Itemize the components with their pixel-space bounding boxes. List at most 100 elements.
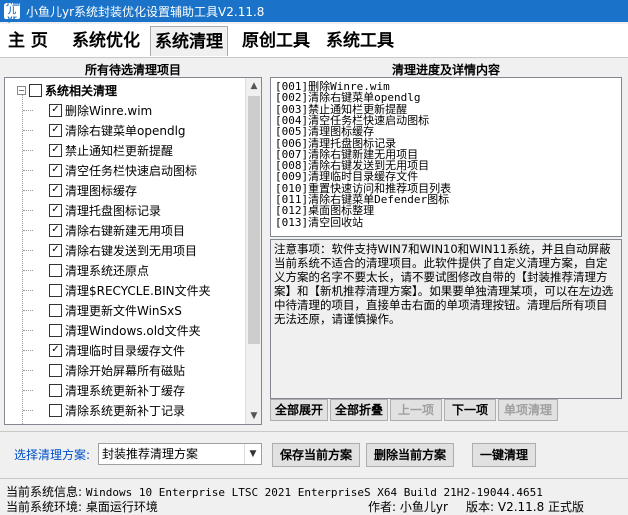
tree-scrollbar[interactable]: ▲ ▼ — [245, 78, 261, 424]
single-clean-button[interactable]: 单项清理 — [498, 399, 558, 421]
tree-item[interactable]: ✓ 清空任务栏快速启动图标 — [49, 160, 197, 180]
tree-item-label: 清理系统还原点 — [65, 263, 150, 278]
env-label: 当前系统环境: — [6, 500, 83, 514]
tree-item[interactable]: 清理Windows.old文件夹 — [49, 320, 201, 340]
tree-item[interactable]: 清理系统更新补丁缓存 — [49, 380, 185, 400]
list-item[interactable]: [009]清理临时目录缓存文件 — [275, 171, 418, 182]
tree-item-label: 清理$RECYCLE.BIN文件夹 — [65, 283, 211, 298]
right-panel-header: 清理进度及详情内容 — [391, 63, 500, 77]
item-checkbox[interactable] — [49, 283, 62, 297]
tree-item[interactable]: ✓ 清除右键新建无用项目 — [49, 220, 185, 240]
check-icon: ✓ — [51, 184, 60, 195]
left-panel-header: 所有待选清理项目 — [84, 63, 181, 77]
tree-line — [23, 190, 33, 191]
tree-item-label: 清除开始屏幕所有磁贴 — [65, 363, 186, 378]
tree-item-label: 清理Windows.old文件夹 — [65, 323, 201, 338]
env-value: 桌面运行环境 — [85, 500, 158, 514]
list-item[interactable]: [013]清空回收站 — [275, 217, 363, 228]
collapse-all-button[interactable]: 全部折叠 — [330, 399, 388, 421]
divider — [0, 478, 628, 479]
scroll-thumb[interactable] — [248, 96, 260, 344]
tree-item[interactable]: ✓ 禁止通知栏更新提醒 — [49, 140, 173, 160]
app-icon: 小鱼 儿yr — [4, 0, 20, 23]
tree-item-label: 清理临时目录缓存文件 — [65, 343, 186, 358]
tree-root-label: 系统相关清理 — [45, 83, 118, 98]
list-item[interactable]: [012]桌面图标整理 — [275, 205, 374, 216]
item-checkbox[interactable]: ✓ — [49, 183, 62, 197]
progress-list[interactable]: [001]删除Winre.wim [002]清除右键菜单opendlg [003]禁… — [270, 77, 622, 237]
list-item[interactable]: [005]清理图标缓存 — [275, 126, 374, 137]
tab-system-optimize[interactable]: 系统优化 — [68, 26, 144, 56]
window-title: 小鱼儿yr系统封装优化设置辅助工具V2.11.8 — [26, 4, 265, 19]
scroll-down-icon[interactable]: ▼ — [246, 408, 261, 424]
item-checkbox[interactable]: ✓ — [49, 343, 62, 357]
tree-item[interactable]: 清除系统更新补丁记录 — [49, 400, 185, 420]
expand-all-button[interactable]: 全部展开 — [270, 399, 328, 421]
tree-line — [23, 230, 33, 231]
root-checkbox[interactable] — [29, 83, 42, 97]
save-scheme-button[interactable]: 保存当前方案 — [272, 443, 360, 467]
check-icon: ✓ — [51, 104, 60, 115]
collapse-icon[interactable]: − — [17, 85, 26, 95]
tree-item[interactable]: ✓ 清理临时目录缓存文件 — [49, 340, 185, 360]
tree-item[interactable]: 清理系统还原点 — [49, 260, 149, 280]
tree-item[interactable]: ✓ 清理托盘图标记录 — [49, 200, 161, 220]
check-icon: ✓ — [51, 124, 60, 135]
scheme-select-value: 封装推荐清理方案 — [102, 447, 199, 461]
item-checkbox[interactable]: ✓ — [49, 243, 62, 257]
tree-item[interactable]: ✓ 清除右键发送到无用项目 — [49, 240, 197, 260]
tree-line — [23, 330, 33, 331]
tree-line — [23, 310, 33, 311]
check-icon: ✓ — [51, 244, 60, 255]
tree-item[interactable]: 清理$RECYCLE.BIN文件夹 — [49, 280, 211, 300]
item-checkbox[interactable]: ✓ — [49, 203, 62, 217]
scheme-select[interactable]: 封装推荐清理方案 ▼ — [98, 443, 262, 465]
tree-root-row[interactable]: − 系统相关清理 — [17, 80, 117, 100]
check-icon: ✓ — [51, 204, 60, 215]
check-icon: ✓ — [51, 164, 60, 175]
tab-original-tools[interactable]: 原创工具 — [238, 26, 314, 56]
tab-system-tools[interactable]: 系统工具 — [322, 26, 398, 56]
list-item[interactable]: [003]禁止通知栏更新提醒 — [275, 104, 407, 115]
tree-line — [23, 110, 33, 111]
prev-item-button[interactable]: 上一项 — [390, 399, 442, 421]
item-checkbox[interactable] — [49, 403, 62, 417]
check-icon: ✓ — [51, 224, 60, 235]
tree-item[interactable]: 清除开始屏幕所有磁贴 — [49, 360, 185, 380]
item-checkbox[interactable] — [49, 303, 62, 317]
check-icon: ✓ — [51, 344, 60, 355]
list-item[interactable]: [006]清理托盘图标记录 — [275, 138, 396, 149]
item-checkbox[interactable] — [49, 323, 62, 337]
item-checkbox[interactable] — [49, 363, 62, 377]
scroll-up-icon[interactable]: ▲ — [246, 78, 261, 94]
delete-scheme-button[interactable]: 删除当前方案 — [366, 443, 454, 467]
tree-item-label: 清空任务栏快速启动图标 — [65, 163, 198, 178]
tree-item-label: 清除系统更新补丁记录 — [65, 403, 186, 418]
item-checkbox[interactable] — [49, 263, 62, 277]
tab-home[interactable]: 主 页 — [4, 26, 52, 56]
next-item-button[interactable]: 下一项 — [444, 399, 496, 421]
item-checkbox[interactable]: ✓ — [49, 103, 62, 117]
item-checkbox[interactable]: ✓ — [49, 143, 62, 157]
tree-item-label: 清理更新文件WinSxS — [65, 303, 182, 318]
tree-line — [23, 370, 33, 371]
item-checkbox[interactable]: ✓ — [49, 163, 62, 177]
tree-line — [23, 410, 33, 411]
one-click-clean-button[interactable]: 一键清理 — [472, 443, 536, 467]
scheme-label: 选择清理方案: — [14, 448, 91, 462]
item-checkbox[interactable]: ✓ — [49, 123, 62, 137]
tree-item[interactable]: ✓ 删除Winre.wim — [49, 100, 152, 120]
check-icon: ✓ — [51, 144, 60, 155]
chevron-down-icon[interactable]: ▼ — [244, 444, 261, 464]
tree-item-label: 清理托盘图标记录 — [65, 203, 162, 218]
version-text: 版本: V2.11.8 正式版 — [466, 500, 585, 514]
tree-item[interactable]: ✓ 清除右键菜单opendlg — [49, 120, 186, 140]
clean-items-tree[interactable]: − 系统相关清理 ✓ 删除Winre.wim ✓ 清除右键菜单opendlg ✓ 禁止通知… — [4, 77, 262, 425]
tree-item[interactable]: ✓ 清理图标缓存 — [49, 180, 137, 200]
item-checkbox[interactable]: ✓ — [49, 223, 62, 237]
tab-system-clean[interactable]: 系统清理 — [150, 26, 228, 56]
tree-line — [23, 350, 33, 351]
list-item[interactable]: [002]清除右键菜单opendlg — [275, 92, 420, 103]
item-checkbox[interactable] — [49, 383, 62, 397]
tree-item[interactable]: 清理更新文件WinSxS — [49, 300, 182, 320]
